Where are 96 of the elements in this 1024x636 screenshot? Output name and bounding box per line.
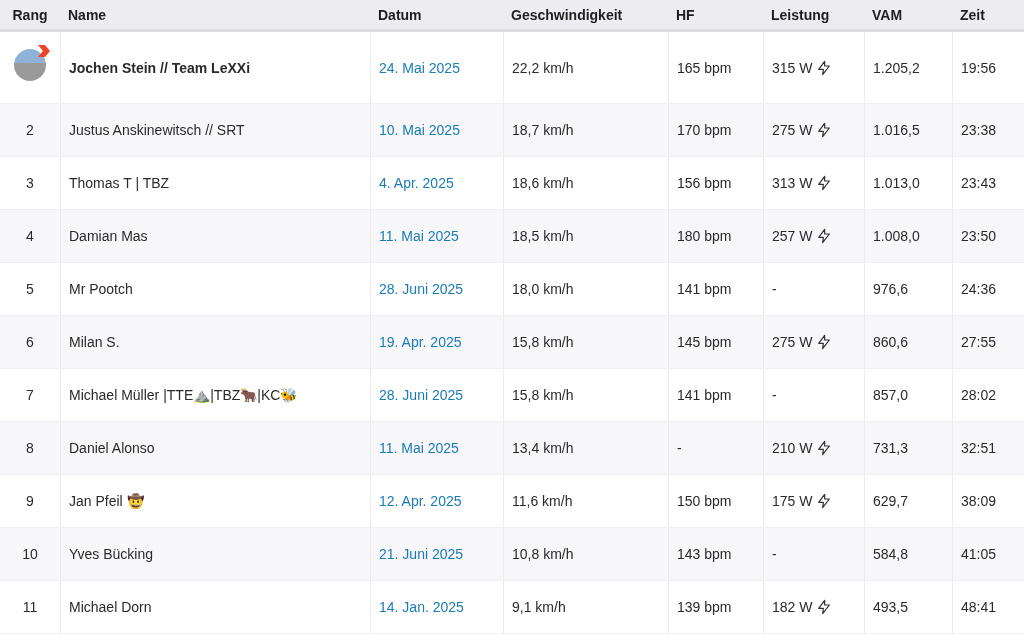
power: 257 W	[772, 228, 813, 244]
vam: 1.008,0	[873, 228, 920, 244]
column-header[interactable]: Leistung	[763, 0, 864, 32]
column-header[interactable]: Zeit	[952, 0, 1024, 32]
heart-rate: 165 bpm	[677, 59, 732, 76]
athlete-name[interactable]: Yves Bücking	[69, 546, 154, 562]
vam: 857,0	[873, 387, 909, 403]
speed: 13,4 km/h	[512, 440, 574, 456]
time: 23:50	[961, 228, 997, 244]
power: 275 W	[772, 334, 813, 350]
vam: 731,3	[873, 440, 909, 456]
heart-rate: 145 bpm	[677, 334, 732, 350]
athlete-name[interactable]: Michael Dorn	[69, 599, 152, 615]
time: 28:02	[961, 387, 997, 403]
heart-rate: 150 bpm	[677, 493, 732, 509]
date-link[interactable]: 28. Juni 2025	[379, 281, 464, 297]
rank: 11	[22, 599, 38, 615]
rank: 9	[26, 493, 34, 509]
column-header[interactable]: HF	[668, 0, 763, 32]
power: 275 W	[772, 122, 813, 138]
speed: 11,6 km/h	[512, 493, 573, 509]
rank: 10	[22, 546, 38, 562]
heart-rate: 170 bpm	[677, 122, 732, 138]
speed: 22,2 km/h	[512, 59, 574, 76]
speed: 18,5 km/h	[512, 228, 574, 244]
column-header[interactable]: Datum	[370, 0, 503, 32]
power: -	[772, 281, 777, 297]
speed: 18,7 km/h	[512, 122, 574, 138]
power: 210 W	[772, 440, 813, 456]
date-link[interactable]: 24. Mai 2025	[379, 59, 460, 76]
date-link[interactable]: 10. Mai 2025	[379, 122, 460, 138]
power: 175 W	[772, 493, 813, 509]
athlete-name[interactable]: Jan Pfeil 🤠	[69, 493, 144, 509]
vam: 976,6	[873, 281, 909, 297]
date-link[interactable]: 11. Mai 2025	[379, 440, 459, 456]
date-link[interactable]: 4. Apr. 2025	[379, 175, 454, 191]
vam: 1.013,0	[873, 175, 920, 191]
time: 27:55	[961, 334, 997, 350]
date-link[interactable]: 12. Apr. 2025	[379, 493, 462, 509]
rank: 8	[26, 440, 34, 456]
speed: 15,8 km/h	[512, 387, 574, 403]
vam: 629,7	[873, 493, 909, 509]
date-link[interactable]: 28. Juni 2025	[379, 387, 464, 403]
column-header[interactable]: Rang	[0, 0, 60, 32]
time: 38:09	[961, 493, 997, 509]
date-link[interactable]: 11. Mai 2025	[379, 228, 459, 244]
power: 182 W	[772, 599, 813, 615]
vam: 860,6	[873, 334, 909, 350]
rank: 5	[26, 281, 34, 297]
date-link[interactable]: 19. Apr. 2025	[379, 334, 462, 350]
time: 23:38	[961, 122, 997, 138]
speed: 18,6 km/h	[512, 175, 574, 191]
column-header[interactable]: Name	[60, 0, 370, 32]
athlete-name[interactable]: Thomas T | TBZ	[69, 175, 170, 191]
heart-rate: 180 bpm	[677, 228, 732, 244]
athlete-name[interactable]: Michael Müller |TTE⛰|TBZ🐂|KC🐝	[69, 387, 298, 403]
time: 48:41	[961, 599, 997, 615]
speed: 18,0 km/h	[512, 281, 574, 297]
vam: 1.016,5	[873, 122, 920, 138]
vam: 1.205,2	[873, 59, 920, 76]
time: 41:05	[961, 546, 997, 562]
heart-rate: 156 bpm	[677, 175, 732, 191]
athlete-name[interactable]: Mr Pootch	[69, 281, 133, 297]
date-link[interactable]: 21. Juni 2025	[379, 546, 464, 562]
power: -	[772, 387, 777, 403]
vam: 584,8	[873, 546, 909, 562]
rank: 4	[26, 228, 34, 244]
rank: 6	[26, 334, 34, 350]
power: -	[772, 546, 777, 562]
chevron-badge-icon	[37, 43, 51, 58]
time: 32:51	[961, 440, 997, 456]
column-header[interactable]: Geschwindigkeit	[503, 0, 668, 32]
column-header[interactable]: VAM	[864, 0, 952, 32]
time: 23:43	[961, 175, 997, 191]
speed: 15,8 km/h	[512, 334, 574, 350]
speed: 10,8 km/h	[512, 546, 574, 562]
vam: 493,5	[873, 599, 909, 615]
heart-rate: 139 bpm	[677, 599, 732, 615]
heart-rate: -	[677, 440, 682, 456]
date-link[interactable]: 14. Jan. 2025	[379, 599, 464, 615]
power: 315 W	[772, 59, 813, 76]
time: 19:56	[961, 59, 997, 76]
heart-rate: 141 bpm	[677, 281, 732, 297]
rank: 2	[26, 122, 34, 138]
heart-rate: 143 bpm	[677, 546, 732, 562]
athlete-name[interactable]: Milan S.	[69, 334, 120, 350]
athlete-name[interactable]: Daniel Alonso	[69, 440, 155, 456]
athlete-name[interactable]: Jochen Stein // Team LeXXi	[69, 59, 250, 76]
rank: 7	[26, 387, 34, 403]
power: 313 W	[772, 175, 813, 191]
heart-rate: 141 bpm	[677, 387, 732, 403]
athlete-name[interactable]: Justus Anskinewitsch // SRT	[69, 122, 245, 138]
athlete-name[interactable]: Damian Mas	[69, 228, 148, 244]
rank: 3	[26, 175, 34, 191]
time: 24:36	[961, 281, 997, 297]
speed: 9,1 km/h	[512, 599, 566, 615]
